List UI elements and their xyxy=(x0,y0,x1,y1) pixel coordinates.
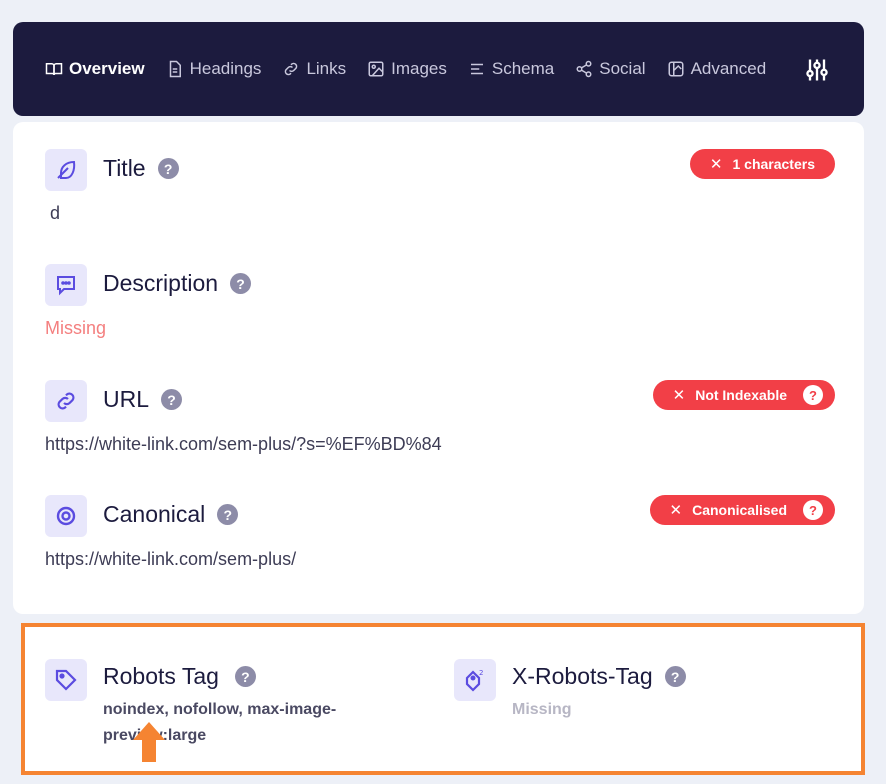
url-value: https://white-link.com/sem-plus/?s=%EF%B… xyxy=(45,434,442,454)
canonical-value: https://white-link.com/sem-plus/ xyxy=(45,549,297,569)
description-section: Description ? Missing xyxy=(45,264,835,344)
tag-icon xyxy=(55,669,77,691)
x-robots-tag-icon-box: 2 xyxy=(454,659,496,701)
description-heading: Description ? xyxy=(103,270,252,297)
description-help-icon[interactable]: ? xyxy=(230,273,252,294)
canonical-badge-text: Canonicalised xyxy=(692,502,787,518)
tab-links[interactable]: Links xyxy=(282,59,346,79)
tab-schema[interactable]: Schema xyxy=(468,59,554,79)
description-icon-box xyxy=(45,264,87,306)
canonical-section: Canonical ? ✕ Canonicalised ? https://wh… xyxy=(45,495,835,575)
link-icon xyxy=(57,392,75,410)
advanced-icon xyxy=(668,61,684,77)
tab-overview[interactable]: Overview xyxy=(45,59,145,79)
canonical-badge: ✕ Canonicalised ? xyxy=(649,495,835,525)
x-robots-tag-help-icon[interactable]: ? xyxy=(664,666,686,687)
image-icon xyxy=(368,61,384,77)
share-icon xyxy=(576,60,592,78)
tab-social-label: Social xyxy=(599,59,646,78)
robots-tag-heading: Robots Tag ? xyxy=(103,663,256,690)
tab-overview-label: Overview xyxy=(69,59,145,78)
canonical-icon-box xyxy=(45,495,87,537)
title-badge-text: 1 characters xyxy=(732,156,815,172)
title-heading: Title ? xyxy=(103,155,179,182)
description-value: Missing xyxy=(45,318,107,338)
tab-headings[interactable]: Headings xyxy=(166,59,262,79)
robots-tag-help-icon[interactable]: ? xyxy=(234,666,256,687)
description-label: Description xyxy=(103,270,219,296)
x-robots-tag-heading: X-Robots-Tag ? xyxy=(512,663,686,690)
target-icon xyxy=(56,506,76,526)
title-length-badge: ✕ 1 characters xyxy=(689,149,835,179)
svg-text:2: 2 xyxy=(479,669,483,677)
close-icon: ✕ xyxy=(672,387,686,404)
url-indexable-badge: ✕ Not Indexable ? xyxy=(652,380,835,410)
canonical-heading: Canonical ? xyxy=(103,501,239,528)
tab-advanced-label: Advanced xyxy=(690,59,767,78)
book-icon xyxy=(45,63,63,76)
feather-icon xyxy=(57,160,76,179)
link-icon xyxy=(285,62,298,76)
arrow-up-icon xyxy=(133,722,165,762)
lines-icon xyxy=(470,63,483,75)
tab-schema-label: Schema xyxy=(491,59,555,78)
title-help-icon[interactable]: ? xyxy=(157,158,179,179)
title-label: Title xyxy=(103,155,146,181)
canonical-label: Canonical xyxy=(103,501,206,527)
close-icon: ✕ xyxy=(669,502,683,519)
tag-squared-icon: 2 xyxy=(465,669,483,692)
title-value: d xyxy=(50,203,61,223)
x-robots-tag-label: X-Robots-Tag xyxy=(512,663,653,689)
tab-links-label: Links xyxy=(306,59,347,78)
url-label: URL xyxy=(103,386,150,412)
url-section: URL ? ✕ Not Indexable ? https://white-li… xyxy=(45,380,835,460)
close-icon: ✕ xyxy=(709,156,723,173)
url-badge-help-icon[interactable]: ? xyxy=(803,385,823,405)
title-section: Title ? ✕ 1 characters d xyxy=(45,149,835,229)
overview-nav-bar: Overview Headings Links Images Schema So… xyxy=(13,22,864,116)
canonical-help-icon[interactable]: ? xyxy=(217,504,239,525)
robots-tag-icon-box xyxy=(45,659,87,701)
url-heading: URL ? xyxy=(103,386,183,413)
title-icon-box xyxy=(45,149,87,191)
overview-card: Title ? ✕ 1 characters d Description ? M… xyxy=(13,122,864,614)
tab-images[interactable]: Images xyxy=(367,59,447,79)
document-icon xyxy=(169,60,181,78)
tab-images-label: Images xyxy=(391,59,447,78)
url-icon-box xyxy=(45,380,87,422)
robots-tag-label: Robots Tag xyxy=(103,663,219,689)
url-help-icon[interactable]: ? xyxy=(161,389,183,410)
canonical-badge-help-icon[interactable]: ? xyxy=(803,500,823,520)
x-robots-tag-value: Missing xyxy=(512,701,572,718)
tab-headings-label: Headings xyxy=(189,59,262,78)
sliders-icon[interactable] xyxy=(803,56,831,84)
url-badge-text: Not Indexable xyxy=(695,387,787,403)
tab-advanced[interactable]: Advanced xyxy=(667,59,767,79)
message-icon xyxy=(57,276,75,296)
tab-social[interactable]: Social xyxy=(575,59,646,79)
